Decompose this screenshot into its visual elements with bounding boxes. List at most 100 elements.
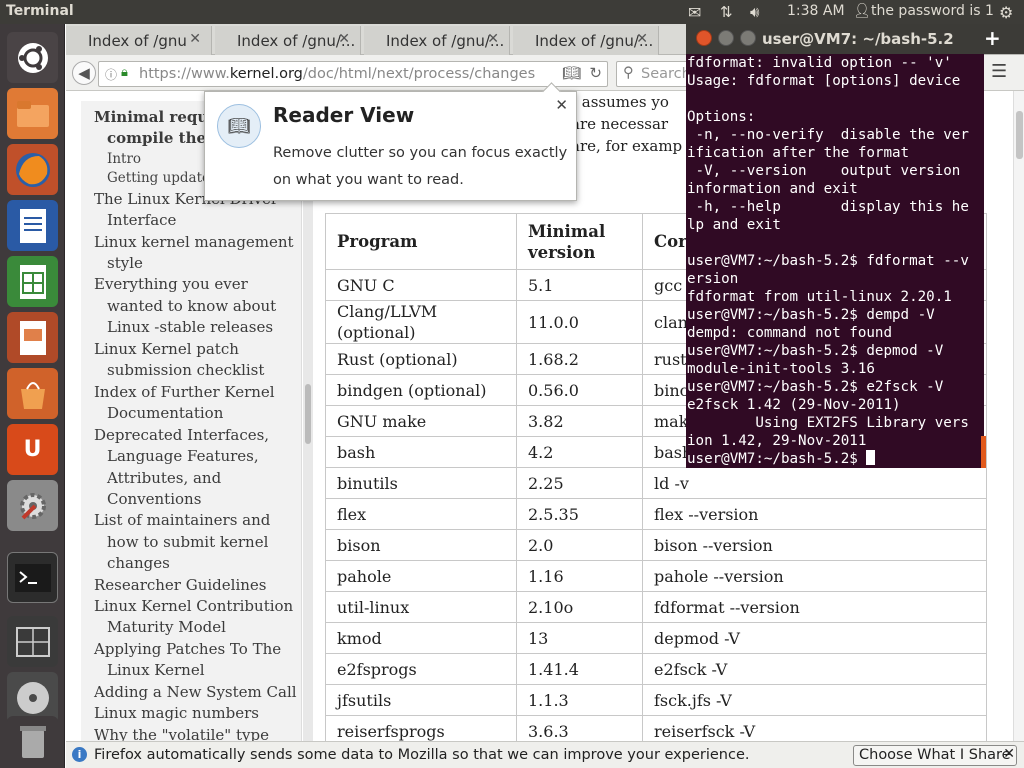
- lock-icon[interactable]: 🔒︎: [121, 65, 128, 80]
- back-button[interactable]: ◀: [72, 61, 96, 85]
- table-row: flex 2.5.35 flex --version: [325, 498, 987, 530]
- reader-view-title: Reader View: [273, 103, 415, 127]
- ubuntu-dash-icon[interactable]: [7, 32, 58, 83]
- table-cell: bash: [325, 436, 517, 468]
- mail-icon[interactable]: ✉: [688, 3, 701, 22]
- tab-3[interactable]: Index of /gnu/... ✕: [364, 26, 510, 55]
- sidebar-item[interactable]: style: [107, 253, 143, 275]
- workspace-switcher-icon[interactable]: [7, 616, 58, 667]
- table-cell: 0.56.0: [516, 374, 643, 406]
- sidebar-item[interactable]: Researcher Guidelines: [94, 575, 267, 597]
- sidebar-item[interactable]: Applying Patches To The: [94, 639, 281, 661]
- writer-icon[interactable]: [7, 200, 58, 251]
- sidebar-item[interactable]: Everything you ever: [94, 274, 248, 296]
- table-cell: 2.25: [516, 467, 643, 499]
- tab-2[interactable]: Index of /gnu/... ✕: [215, 26, 361, 55]
- sidebar-item[interactable]: how to submit kernel: [107, 532, 268, 554]
- choose-what-i-share-button[interactable]: Choose What I Share: [853, 745, 1017, 766]
- reload-icon[interactable]: ↻: [589, 64, 602, 82]
- sidebar-item[interactable]: Maturity Model: [107, 617, 226, 639]
- close-icon[interactable]: ✕: [636, 31, 648, 47]
- impress-icon[interactable]: [7, 312, 58, 363]
- terminal-line: Using EXT2FS Library vers: [687, 415, 969, 431]
- sidebar-item[interactable]: Interface: [107, 210, 176, 232]
- table-header: Program: [325, 213, 517, 270]
- sidebar-item[interactable]: Deprecated Interfaces,: [94, 425, 269, 447]
- tab-1[interactable]: Index of /gnu ✕: [66, 26, 212, 55]
- close-icon[interactable]: ✕: [338, 31, 350, 47]
- user-menu[interactable]: the password is 1: [871, 3, 994, 19]
- software-center-icon[interactable]: [7, 368, 58, 419]
- sidebar-item[interactable]: Attributes, and: [107, 468, 221, 490]
- volume-icon[interactable]: 🔊︎: [750, 3, 759, 21]
- sidebar-item[interactable]: submission checklist: [107, 360, 264, 382]
- sidebar-item[interactable]: Conventions: [107, 489, 201, 511]
- files-icon[interactable]: [7, 88, 58, 139]
- sidebar-scroll-thumb[interactable]: [305, 384, 311, 444]
- info-icon[interactable]: ⓘ: [105, 66, 117, 83]
- reader-view-message: Remove clutter so you can focus exactly …: [273, 145, 568, 188]
- table-row: pahole 1.16 pahole --version: [325, 560, 987, 592]
- table-cell: pahole --version: [642, 560, 987, 592]
- terminal-icon[interactable]: [7, 552, 58, 603]
- close-icon[interactable]: ✕: [555, 96, 568, 114]
- maximize-icon[interactable]: [740, 30, 756, 46]
- table-row: bison 2.0 bison --version: [325, 529, 987, 561]
- main-text-line: are, for examp: [571, 137, 683, 155]
- tab-4[interactable]: Index of /gnu/... ✕: [513, 26, 659, 55]
- clock[interactable]: 1:38 AM: [787, 3, 845, 19]
- gear-icon[interactable]: ⚙: [999, 3, 1013, 22]
- sidebar-item[interactable]: Getting update: [107, 168, 210, 190]
- sidebar-item[interactable]: Why the "volatile" type: [94, 725, 269, 741]
- table-cell: ld -v: [642, 467, 987, 499]
- sidebar-item[interactable]: Minimal requi: [94, 107, 214, 129]
- network-icon[interactable]: ⇅: [720, 3, 733, 21]
- new-tab-button[interactable]: +: [984, 26, 1001, 50]
- page-scroll-thumb[interactable]: [1016, 111, 1023, 159]
- calc-icon[interactable]: [7, 256, 58, 307]
- table-cell: Clang/LLVM (optional): [325, 300, 517, 344]
- minimize-icon[interactable]: [718, 30, 734, 46]
- table-cell: bison: [325, 529, 517, 561]
- sidebar-item[interactable]: Linux Kernel patch: [94, 339, 239, 361]
- close-icon[interactable]: ✕: [189, 31, 201, 47]
- close-icon[interactable]: ✕: [487, 31, 499, 47]
- trash-icon[interactable]: [7, 716, 58, 767]
- table-cell: flex: [325, 498, 517, 530]
- table-cell: e2fsck -V: [642, 653, 987, 685]
- terminal-line: lp and exit: [687, 217, 781, 233]
- sidebar-item[interactable]: Index of Further Kernel: [94, 382, 275, 404]
- terminal-titlebar[interactable]: user@VM7: ~/bash-5.2 +: [686, 24, 1024, 54]
- notification-text: Firefox automatically sends some data to…: [94, 747, 750, 763]
- table-cell: Rust (optional): [325, 343, 517, 375]
- sidebar-item[interactable]: Linux Kernel Contribution: [94, 596, 293, 618]
- terminal-scrollbar[interactable]: [981, 436, 986, 468]
- user-icon: 👤︎: [853, 3, 871, 19]
- terminal-line: user@VM7:~/bash-5.2$ fdformat --v: [687, 253, 969, 269]
- system-settings-icon[interactable]: [7, 480, 58, 531]
- sidebar-item[interactable]: Language Features,: [107, 446, 259, 468]
- reader-view-icon[interactable]: 📖︎: [557, 64, 581, 82]
- sidebar-item[interactable]: Linux -stable releases: [107, 317, 273, 339]
- sidebar-item[interactable]: Linux magic numbers: [94, 703, 259, 725]
- close-icon[interactable]: ✕: [1003, 746, 1015, 762]
- search-input[interactable]: ⚲ Search: [616, 61, 696, 87]
- sidebar-item[interactable]: Documentation: [107, 403, 223, 425]
- sidebar-item[interactable]: Linux kernel management: [94, 232, 294, 254]
- table-cell: flex --version: [642, 498, 987, 530]
- page-scrollbar[interactable]: [1013, 91, 1024, 741]
- firefox-icon[interactable]: [7, 144, 58, 195]
- table-cell: 5.1: [516, 269, 643, 301]
- sidebar-item[interactable]: Adding a New System Call: [94, 682, 297, 704]
- table-cell: reiserfsprogs: [325, 715, 517, 741]
- ubuntu-one-icon[interactable]: U: [7, 424, 58, 475]
- sidebar-item[interactable]: Linux Kernel: [107, 660, 205, 682]
- close-icon[interactable]: [696, 30, 712, 46]
- sidebar-item[interactable]: changes: [107, 553, 170, 575]
- sidebar-item[interactable]: wanted to know about: [107, 296, 276, 318]
- url-bar[interactable]: ⓘ 🔒︎ https://www.kernel.org/doc/html/nex…: [98, 61, 608, 87]
- menu-icon[interactable]: ☰: [991, 61, 1013, 83]
- terminal-output[interactable]: fdformat: invalid option -- 'v' Usage: fd…: [686, 54, 984, 468]
- sidebar-item[interactable]: compile the: [107, 128, 206, 150]
- sidebar-item[interactable]: List of maintainers and: [94, 510, 270, 532]
